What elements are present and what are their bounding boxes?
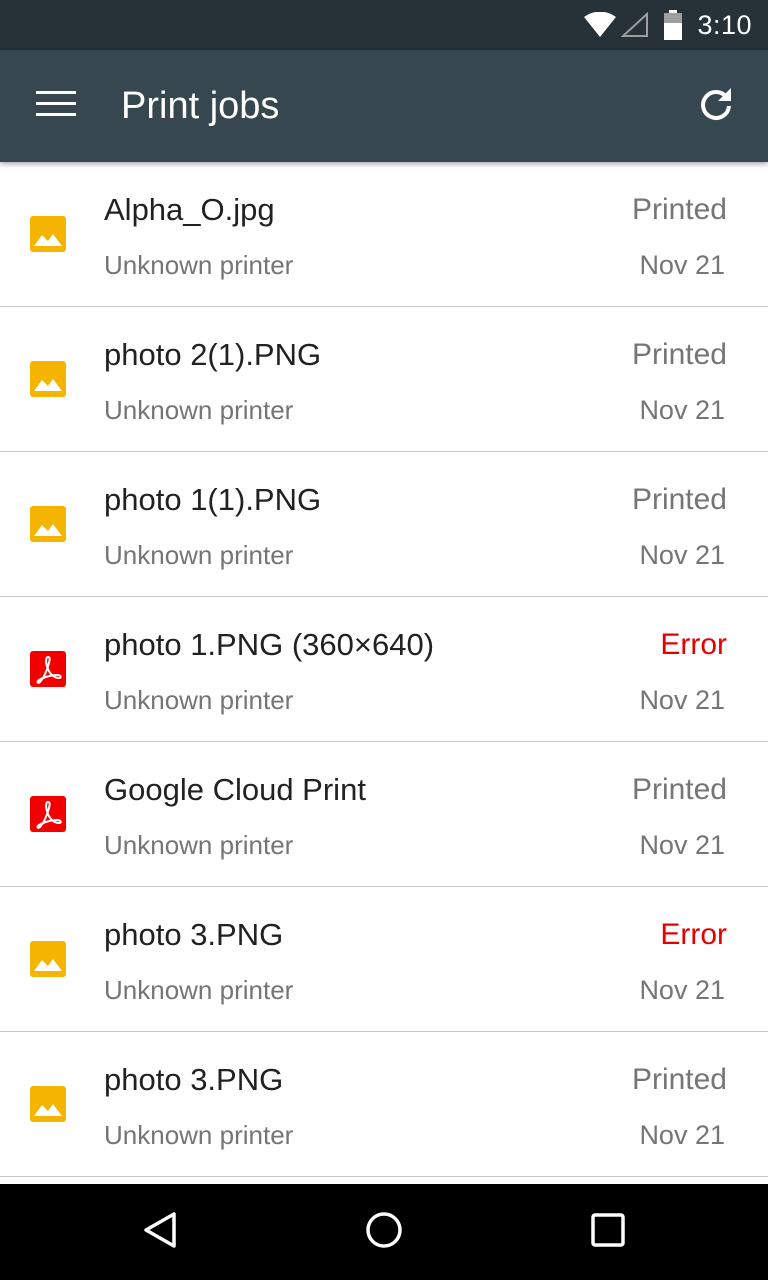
job-status: Error [660,628,727,661]
recents-button[interactable] [578,1202,638,1262]
job-status: Printed [631,1063,727,1096]
job-file-name: photo 3.PNG [104,917,284,952]
job-printer-name: Unknown printer [104,830,294,860]
image-file-icon [30,506,66,542]
job-printer-name: Unknown printer [104,685,294,715]
image-file-icon [30,941,66,977]
job-date: Nov 21 [639,1120,725,1150]
print-job-item[interactable]: photo 3.PNG Unknown printer Printed Nov … [0,1032,768,1177]
image-file-icon [30,1086,66,1122]
job-status: Error [660,918,727,951]
menu-button[interactable] [24,78,88,134]
job-file-name: photo 3.PNG [104,1062,284,1097]
image-file-icon [30,216,66,252]
back-button[interactable] [130,1202,190,1262]
job-date: Nov 21 [639,395,725,425]
battery-icon [663,10,683,40]
job-date: Nov 21 [639,540,725,570]
job-file-name: Google Cloud Print [104,772,366,807]
print-job-list: Alpha_O.jpg Unknown printer Printed Nov … [0,162,768,1183]
job-date: Nov 21 [639,975,725,1005]
job-printer-name: Unknown printer [104,1120,294,1150]
back-icon [140,1210,180,1255]
job-printer-name: Unknown printer [104,250,294,280]
page-title: Print jobs [121,85,280,127]
job-status: Printed [631,773,727,806]
recents-icon [588,1210,628,1255]
home-icon [364,1210,404,1255]
refresh-icon [698,86,734,127]
job-file-name: photo 2(1).PNG [104,337,322,372]
job-status: Printed [631,338,727,371]
job-file-name: Alpha_O.jpg [104,192,275,227]
job-printer-name: Unknown printer [104,395,294,425]
print-job-item[interactable]: photo 1.PNG (360×640) Unknown printer Er… [0,597,768,742]
job-printer-name: Unknown printer [104,540,294,570]
hamburger-menu-icon [36,90,76,122]
job-date: Nov 21 [639,830,725,860]
home-button[interactable] [354,1202,414,1262]
job-date: Nov 21 [639,250,725,280]
pdf-file-icon [30,796,66,832]
refresh-button[interactable] [684,74,748,138]
app-bar: Print jobs [0,50,768,162]
job-file-name: photo 1(1).PNG [104,482,322,517]
status-clock: 3:10 [697,9,752,40]
image-file-icon [30,361,66,397]
job-status: Printed [631,483,727,516]
status-bar: 3:10 [0,0,768,50]
wifi-icon [583,12,617,38]
print-job-item[interactable]: Google Cloud Print Unknown printer Print… [0,742,768,887]
job-printer-name: Unknown printer [104,975,294,1005]
job-date: Nov 21 [639,685,725,715]
cell-signal-icon [621,12,649,38]
system-nav-bar [0,1184,768,1280]
status-icons: 3:10 [583,0,752,50]
job-status: Printed [631,193,727,226]
print-job-item[interactable]: photo 2(1).PNG Unknown printer Printed N… [0,307,768,452]
print-job-item[interactable]: photo 3.PNG Unknown printer Error Nov 21 [0,887,768,1032]
job-file-name: photo 1.PNG (360×640) [104,627,435,662]
pdf-file-icon [30,651,66,687]
print-job-item[interactable]: photo 1(1).PNG Unknown printer Printed N… [0,452,768,597]
print-job-item[interactable]: Alpha_O.jpg Unknown printer Printed Nov … [0,162,768,307]
